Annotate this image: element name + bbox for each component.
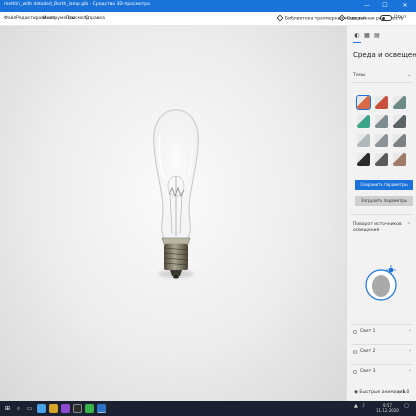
menu-help[interactable]: Справка (85, 16, 105, 21)
rotation-label: Поворот источников освещения (353, 222, 402, 233)
network-icon[interactable]: ▲ (354, 404, 358, 409)
tab-environment[interactable]: ◐ (353, 32, 361, 43)
close-button[interactable]: ✕ (398, 0, 412, 12)
mixed-reality-icon (338, 14, 346, 22)
window-title: metlitri_with detailed_Borth_lamp.glb - … (4, 2, 150, 7)
divider (351, 214, 413, 215)
environment-panel: ◐ ▦ ▤ Среда и освещение Темы ⌄ Сохранить… (346, 26, 416, 401)
volume-icon[interactable]: ♪ (362, 404, 365, 409)
light-rotation-dial[interactable] (362, 255, 400, 315)
theme-swatch[interactable] (393, 153, 406, 166)
task-view-icon[interactable]: ▭ (25, 404, 34, 413)
3d-viewer-icon[interactable] (97, 404, 106, 413)
tab-animation[interactable]: ▤ (373, 32, 381, 40)
light-2-row[interactable]: Свет 2 ‹ (351, 344, 413, 358)
load-settings-button[interactable]: Загрузить параметры (355, 196, 413, 206)
light-1-label: Свет 1 (360, 329, 376, 334)
chevron-up-icon[interactable]: ⌃ (407, 222, 411, 228)
light-1-radio[interactable] (353, 330, 357, 334)
panel-tabs: ◐ ▦ ▤ (347, 26, 416, 46)
theme-swatch[interactable] (375, 115, 388, 128)
light-3-row[interactable]: Свет 3 ‹ (351, 364, 413, 378)
visual-studio-icon[interactable] (61, 404, 70, 413)
minimize-button[interactable]: — (360, 0, 374, 12)
theme-swatch[interactable] (375, 153, 388, 166)
theme-swatch[interactable] (356, 95, 371, 110)
status-bar: ◉ Быстрые анимации + 1,0 (0, 386, 416, 401)
light-2-label: Свет 2 (360, 349, 376, 354)
theme-swatch[interactable] (393, 96, 406, 109)
toggle-knob (382, 17, 385, 20)
mixed-reality-toggle[interactable] (380, 15, 392, 21)
chevron-left-icon[interactable]: ‹ (409, 328, 411, 334)
3d-viewport[interactable] (0, 26, 346, 401)
chevron-down-icon[interactable]: ⌄ (407, 72, 411, 78)
folder-icon[interactable] (49, 404, 58, 413)
lamp-model (153, 109, 199, 279)
start-icon[interactable]: ⊞ (3, 404, 12, 413)
tab-statistics[interactable]: ▦ (363, 32, 371, 40)
app-icon[interactable] (85, 404, 94, 413)
theme-swatch[interactable] (357, 134, 370, 147)
light-1-row[interactable]: Свет 1 ‹ (351, 324, 413, 338)
panel-title: Среда и освещение (353, 51, 416, 59)
cube-icon (276, 14, 284, 22)
theme-swatch[interactable] (393, 134, 406, 147)
chevron-left-icon[interactable]: ‹ (409, 348, 411, 354)
theme-swatch[interactable] (375, 134, 388, 147)
date: 11.12.2020 (376, 407, 399, 413)
light-2-radio[interactable] (353, 350, 357, 354)
theme-swatch[interactable] (357, 153, 370, 166)
light-3-label: Свет 3 (360, 369, 376, 374)
chevron-left-icon[interactable]: ‹ (409, 368, 411, 374)
notification-icon[interactable]: ▢ (404, 404, 409, 409)
terminal-icon[interactable] (73, 404, 82, 413)
title-bar: metlitri_with detailed_Borth_lamp.glb - … (0, 0, 416, 12)
theme-swatch[interactable] (357, 115, 370, 128)
divider (351, 82, 413, 83)
zoom-readout[interactable]: + 1,0 (397, 390, 409, 395)
theme-swatch[interactable] (375, 96, 388, 109)
light-3-radio[interactable] (353, 370, 357, 374)
maximize-button[interactable]: ☐ (378, 0, 392, 12)
theme-swatch[interactable] (393, 115, 406, 128)
save-settings-button[interactable]: Сохранить параметры (355, 180, 413, 190)
search-icon[interactable]: ⌕ (14, 404, 23, 413)
taskbar: ⊞ ⌕ ▭ ▲ ♪ 9:57 11.12.2020 ▢ (0, 401, 416, 416)
toggle-state-label: Откл (394, 15, 406, 20)
menu-file[interactable]: Файл (4, 16, 16, 21)
themes-header[interactable]: Темы (353, 73, 365, 78)
browser-icon[interactable] (37, 404, 46, 413)
menu-bar: Файл Редактирование Инструменты Просмотр… (0, 12, 416, 26)
clock[interactable]: 9:57 11.12.2020 (376, 403, 399, 413)
